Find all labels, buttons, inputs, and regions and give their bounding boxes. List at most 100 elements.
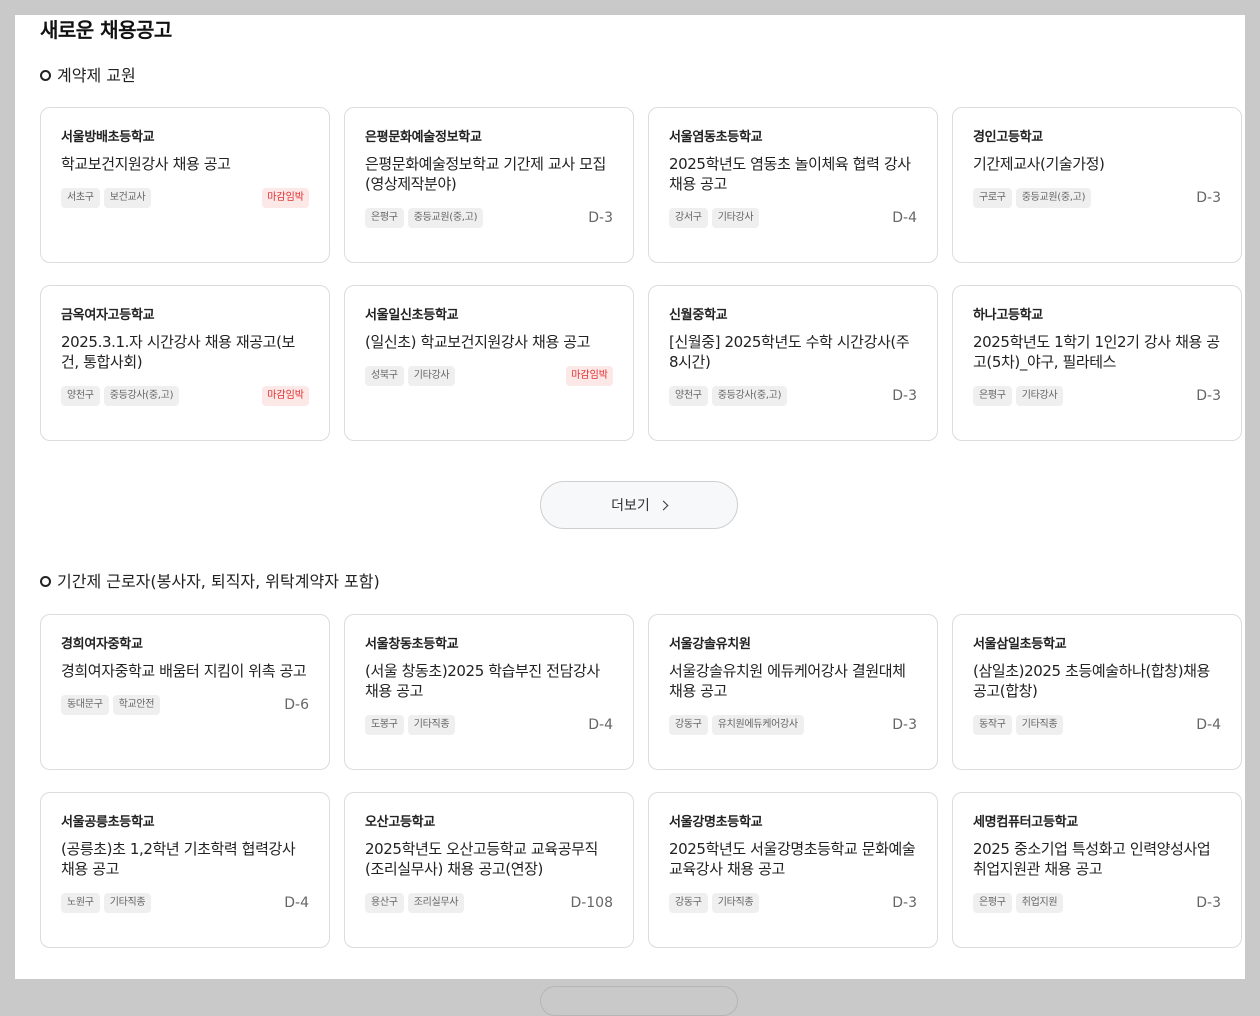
district-tag: 서초구 (61, 188, 100, 208)
dday-count: D-3 (1196, 190, 1221, 206)
job-card[interactable]: 경인고등학교 기간제교사(기술가정) 구로구 중등교원(중,고) D-3 (952, 107, 1242, 263)
job-meta: 강서구 기타강사 D-4 (669, 208, 917, 228)
district-tag: 은평구 (973, 386, 1012, 406)
category-tag: 보건교사 (103, 188, 152, 208)
job-card[interactable]: 서울일신초등학교 (일신초) 학교보건지원강사 채용 공고 성북구 기타강사 마감임박 (344, 285, 634, 441)
job-meta: 동대문구 학교안전 D-6 (61, 695, 309, 715)
category-tag: 학교안전 (112, 695, 161, 715)
job-card[interactable]: 서울창동초등학교 (서울 창동초)2025 학습부진 전담강사 채용 공고 도봉구 기… (344, 614, 634, 770)
job-title: 학교보건지원강사 채용 공고 (61, 155, 231, 173)
school-name: 세명컴퓨터고등학교 (973, 815, 1078, 830)
job-card[interactable]: 서울염동초등학교 2025학년도 염동초 놀이체육 협력 강사 채용 공고 강서구 기… (648, 107, 938, 263)
job-meta: 용산구 조리실무사 D-108 (365, 893, 613, 913)
job-meta: 강동구 유치원에듀케어강사 D-3 (669, 715, 917, 735)
job-meta: 구로구 중등교원(중,고) D-3 (973, 188, 1221, 208)
dday-count: D-4 (284, 895, 309, 911)
district-tag: 강동구 (669, 893, 708, 913)
job-title: 2025학년도 1학기 1인2기 강사 채용 공고(5차)_야구, 필라테스 (973, 333, 1220, 371)
school-name: 금옥여자고등학교 (61, 308, 155, 323)
job-title: (삼일초)2025 초등예술하나(합창)채용 공고(합창) (973, 662, 1210, 700)
circle-bullet-icon (40, 575, 51, 587)
more-button-partial[interactable] (540, 986, 738, 1016)
job-card[interactable]: 서울공릉초등학교 (공릉초)초 1,2학년 기초학력 협력강사 채용 공고노원구 기… (40, 792, 330, 948)
school-name: 은평문화예술정보학교 (365, 130, 482, 145)
school-name: 오산고등학교 (365, 815, 435, 830)
job-meta: 성북구 기타강사 마감임박 (365, 366, 613, 386)
job-card[interactable]: 경희여자중학교 경희여자중학교 배움터 지킴이 위촉 공고 동대문구 학교안전 D-6 (40, 614, 330, 770)
job-meta: 도봉구 기타직종 D-4 (365, 715, 613, 735)
job-meta: 은평구 중등교원(중,고) D-3 (365, 208, 613, 228)
job-card[interactable]: 오산고등학교 2025학년도 오산고등학교 교육공무직(조리실무사) 채용 공고(… (344, 792, 634, 948)
job-title: 경희여자중학교 배움터 지킴이 위촉 공고 (61, 662, 307, 680)
more-button[interactable]: 더보기 (540, 481, 738, 529)
job-card[interactable]: 세명컴퓨터고등학교 2025 중소기업 특성화고 인력양성사업 취업지원관 채용 … (952, 792, 1242, 948)
dday-count: D-3 (588, 210, 613, 226)
job-card[interactable]: 서울강솔유치원서울강솔유치원 에듀케어강사 결원대체 채용 공고강동구 유치원에듀… (648, 614, 938, 770)
job-title: 2025.3.1.자 시간강사 채용 재공고(보건, 통합사회) (61, 333, 295, 371)
dday-count: D-3 (1196, 388, 1221, 404)
job-card[interactable]: 서울강명초등학교 2025학년도 서울강명초등학교 문화예술교육강사 채용 공고 강… (648, 792, 938, 948)
job-title: 2025 중소기업 특성화고 인력양성사업 취업지원관 채용 공고 (973, 840, 1211, 878)
job-card-grid-contract-teachers: 서울방배초등학교 학교보건지원강사 채용 공고 서초구 보건교사 마감임박 은평문화예술정… (40, 107, 1242, 441)
job-title: 2025학년도 서울강명초등학교 문화예술교육강사 채용 공고 (669, 840, 916, 878)
section-heading-label: 계약제 교원 (57, 66, 136, 85)
school-name: 경인고등학교 (973, 130, 1043, 145)
district-tag: 노원구 (61, 893, 100, 913)
job-title: (일신초) 학교보건지원강사 채용 공고 (365, 333, 591, 351)
job-card[interactable]: 하나고등학교 2025학년도 1학기 1인2기 강사 채용 공고(5차)_야구, … (952, 285, 1242, 441)
district-tag: 용산구 (365, 893, 404, 913)
job-meta: 서초구 보건교사 마감임박 (61, 188, 309, 208)
job-meta: 양천구 중등강사(중,고) D-3 (669, 386, 917, 406)
deadline-badge: 마감임박 (262, 188, 309, 208)
deadline-badge: 마감임박 (566, 366, 613, 386)
dday-count: D-3 (1196, 895, 1221, 911)
category-tag: 중등교원(중,고) (1015, 188, 1092, 208)
school-name: 서울염동초등학교 (669, 130, 763, 145)
school-name: 신월중학교 (669, 308, 728, 323)
school-name: 서울강솔유치원 (669, 637, 751, 652)
job-meta: 양천구 중등강사(중,고) 마감임박 (61, 386, 309, 406)
category-tag: 기타강사 (1015, 386, 1064, 406)
school-name: 서울공릉초등학교 (61, 815, 155, 830)
district-tag: 양천구 (669, 386, 708, 406)
job-meta: 강동구 기타직종 D-3 (669, 893, 917, 913)
job-card[interactable]: 서울삼일초등학교 (삼일초)2025 초등예술하나(합창)채용 공고(합창) 동작구… (952, 614, 1242, 770)
dday-count: D-3 (892, 895, 917, 911)
job-card[interactable]: 서울방배초등학교 학교보건지원강사 채용 공고 서초구 보건교사 마감임박 (40, 107, 330, 263)
category-tag: 기타강사 (711, 208, 760, 228)
dday-count: D-6 (284, 697, 309, 713)
category-tag: 중등강사(중,고) (711, 386, 788, 406)
more-button-label: 더보기 (611, 498, 650, 514)
section-heading-contract-teachers: 계약제 교원 (40, 62, 136, 86)
district-tag: 강서구 (669, 208, 708, 228)
school-name: 서울삼일초등학교 (973, 637, 1067, 652)
district-tag: 구로구 (973, 188, 1012, 208)
job-title: (공릉초)초 1,2학년 기초학력 협력강사 채용 공고 (61, 840, 296, 878)
job-card[interactable]: 은평문화예술정보학교 은평문화예술정보학교 기간제 교사 모집(영상제작분야) 은평… (344, 107, 634, 263)
section-heading-label: 기간제 근로자(봉사자, 퇴직자, 위탁계약자 포함) (57, 572, 380, 591)
chevron-right-icon (658, 500, 669, 510)
section-heading-fixed-term-workers: 기간제 근로자(봉사자, 퇴직자, 위탁계약자 포함) (40, 568, 380, 592)
district-tag: 양천구 (61, 386, 100, 406)
job-title: (서울 창동초)2025 학습부진 전담강사 채용 공고 (365, 662, 600, 700)
category-tag: 중등교원(중,고) (407, 208, 484, 228)
school-name: 경희여자중학교 (61, 637, 143, 652)
category-tag: 기타직종 (1015, 715, 1064, 735)
district-tag: 동작구 (973, 715, 1012, 735)
dday-count: D-4 (1196, 717, 1221, 733)
category-tag: 기타직종 (407, 715, 456, 735)
dday-count: D-4 (892, 210, 917, 226)
job-title: [신월중] 2025학년도 수학 시간강사(주 8시간) (669, 333, 910, 371)
job-meta: 노원구 기타직종 D-4 (61, 893, 309, 913)
school-name: 하나고등학교 (973, 308, 1043, 323)
dday-count: D-108 (570, 895, 613, 911)
job-meta: 동작구 기타직종 D-4 (973, 715, 1221, 735)
category-tag: 중등강사(중,고) (103, 386, 180, 406)
circle-bullet-icon (40, 69, 51, 81)
dday-count: D-3 (892, 717, 917, 733)
district-tag: 은평구 (365, 208, 404, 228)
job-title: 서울강솔유치원 에듀케어강사 결원대체 채용 공고 (669, 662, 906, 700)
job-card[interactable]: 신월중학교 [신월중] 2025학년도 수학 시간강사(주 8시간) 양천구 중등강사… (648, 285, 938, 441)
job-card[interactable]: 금옥여자고등학교 2025.3.1.자 시간강사 채용 재공고(보건, 통합사회)… (40, 285, 330, 441)
category-tag: 기타직종 (711, 893, 760, 913)
